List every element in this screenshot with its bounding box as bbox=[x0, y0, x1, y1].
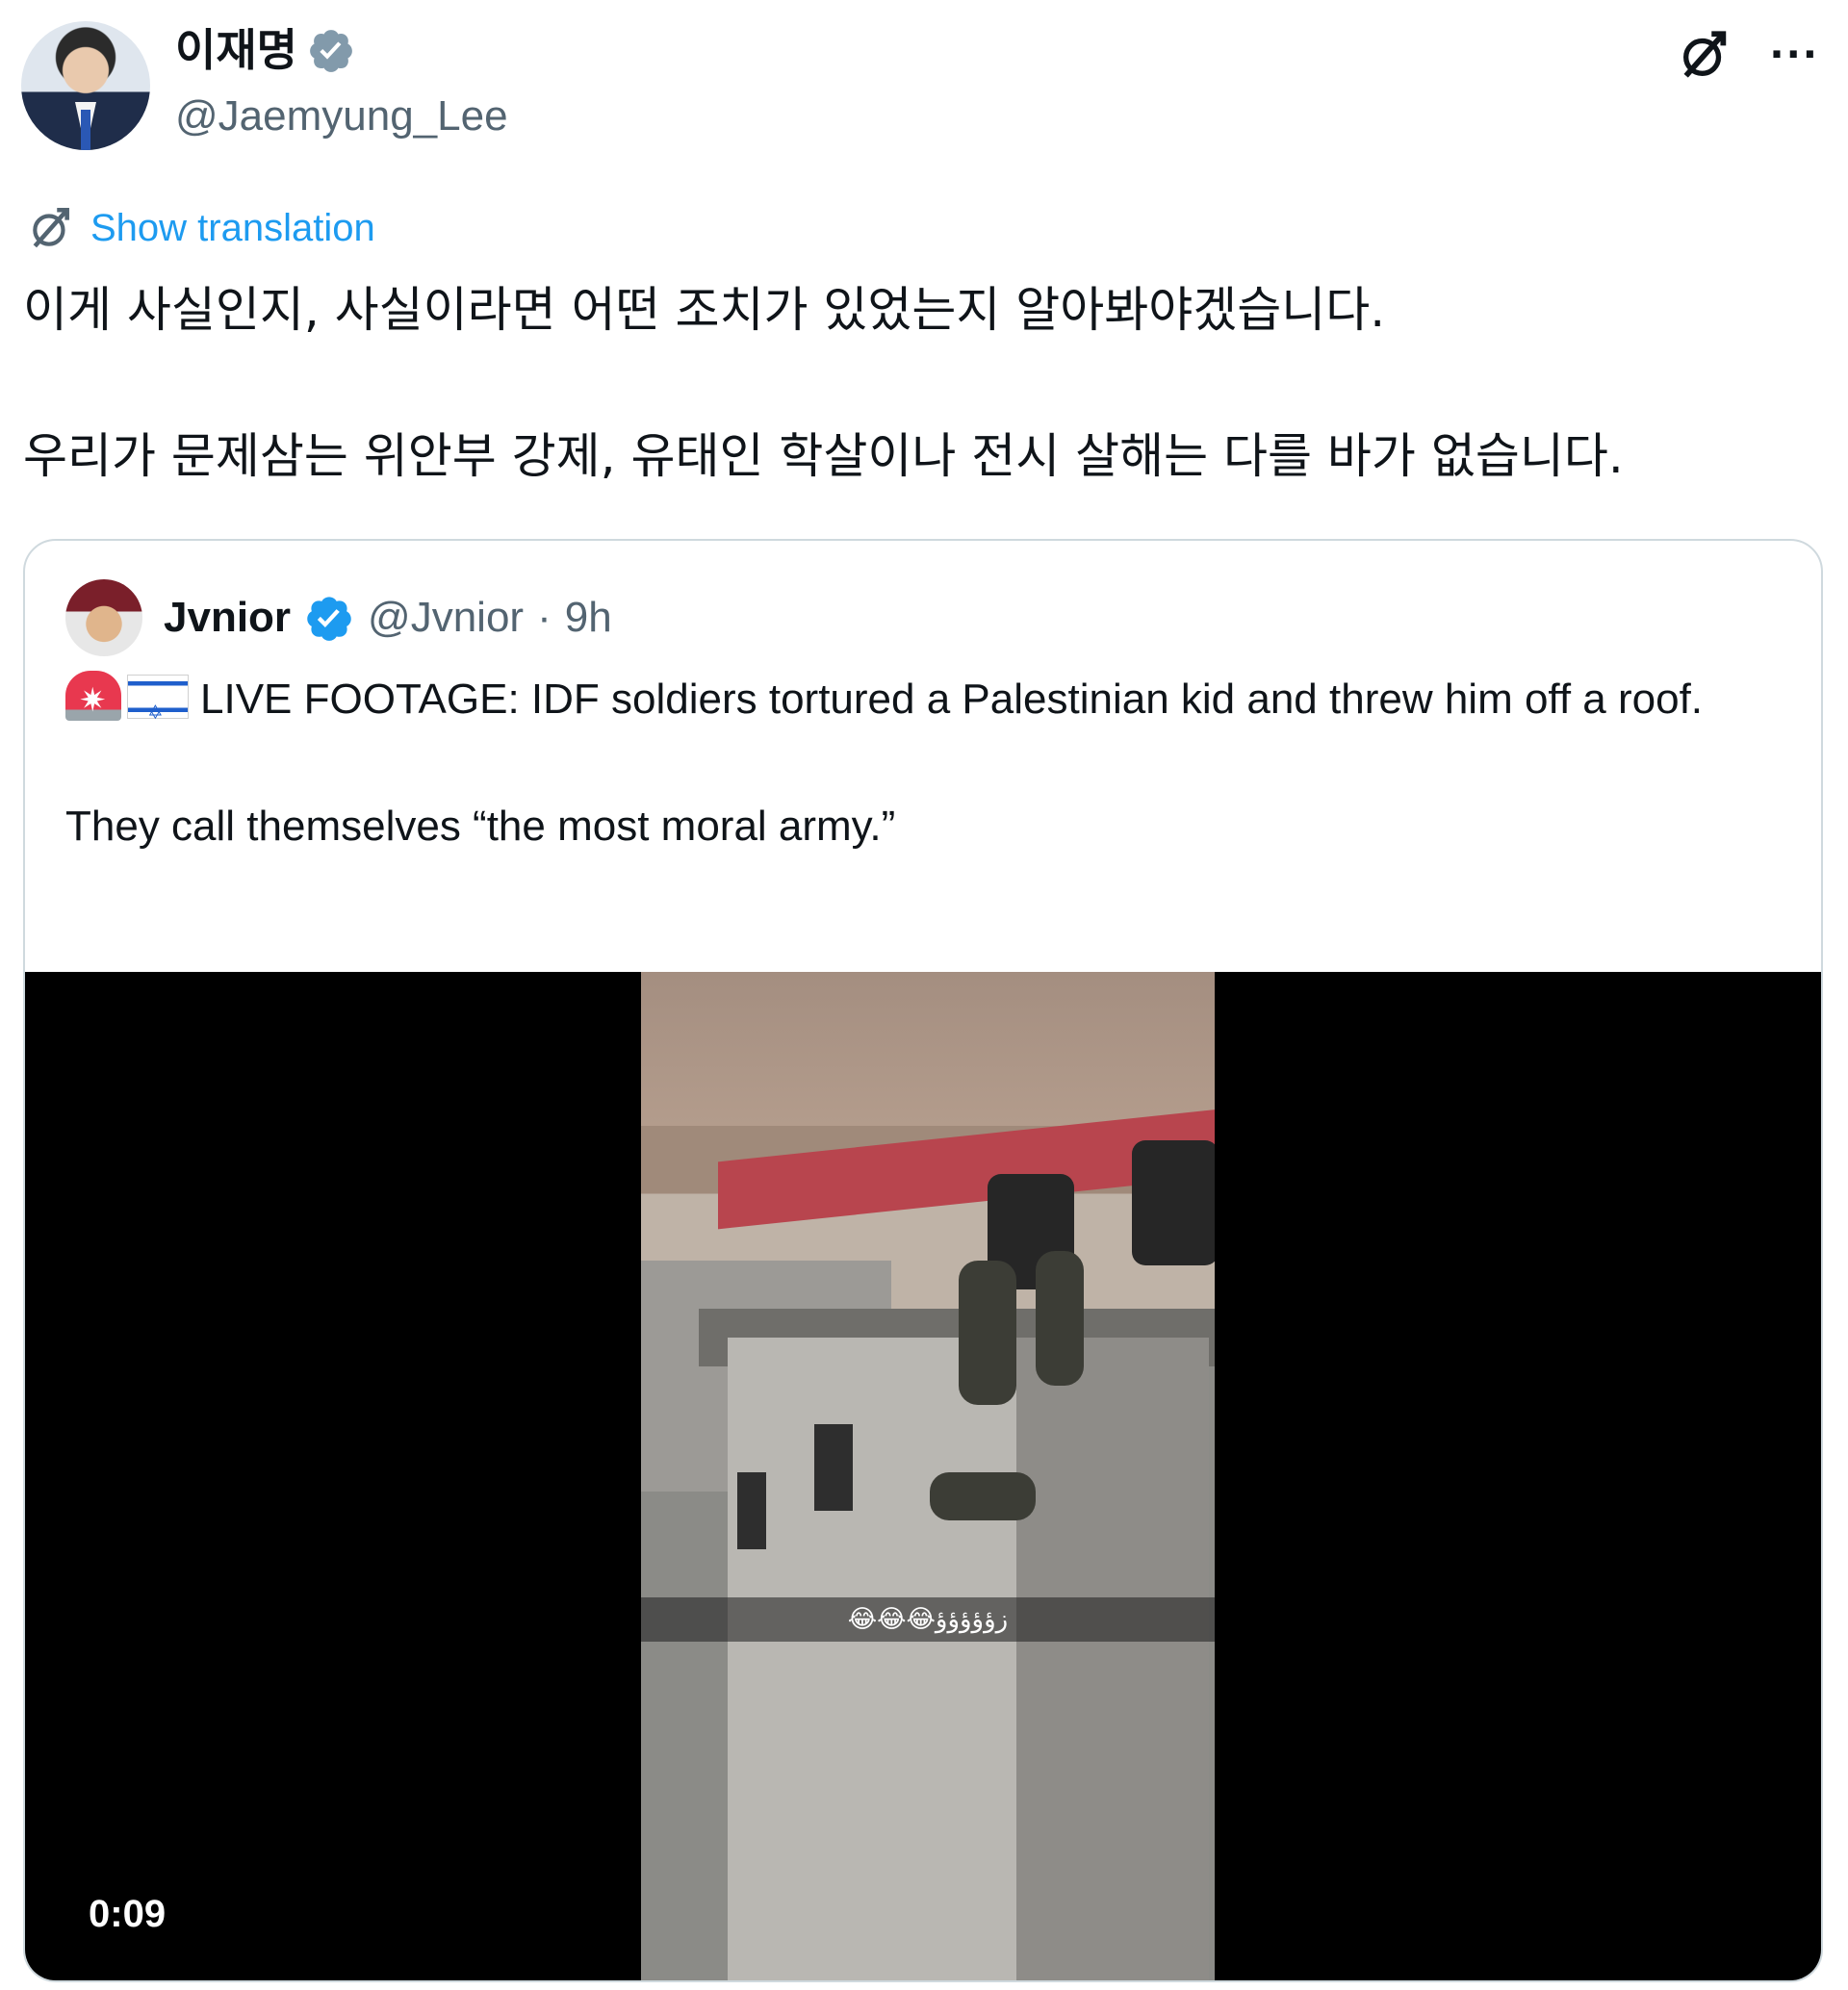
israel-flag-emoji-icon bbox=[127, 675, 189, 745]
quoted-author-avatar[interactable] bbox=[65, 579, 142, 656]
grok-translate-icon bbox=[33, 207, 69, 248]
quoted-text-line-1-content: LIVE FOOTAGE: IDF soldiers tortured a Pa… bbox=[200, 676, 1704, 723]
verified-badge-icon bbox=[307, 597, 351, 641]
video-scene-figure bbox=[930, 1472, 1036, 1520]
author-name-row[interactable]: 이재명 bbox=[175, 21, 355, 79]
tweet-actions: ··· bbox=[1677, 27, 1819, 83]
video-scene-figure bbox=[959, 1261, 1016, 1405]
verified-badge-icon bbox=[310, 30, 352, 72]
video-scene-figure bbox=[1036, 1251, 1084, 1386]
tweet-text-line-2: 우리가 문제삼는 위안부 강제, 유태인 학살이나 전시 살해는 다를 바가 없… bbox=[23, 428, 1624, 484]
quoted-author-handle[interactable]: @Jvnior bbox=[368, 589, 524, 647]
author-display-name[interactable]: 이재명 bbox=[175, 21, 297, 79]
show-translation-link[interactable]: Show translation bbox=[90, 207, 375, 250]
quoted-author-name[interactable]: Jvnior bbox=[164, 589, 291, 647]
quoted-tweet-header: Jvnior @Jvnior · 9h bbox=[65, 579, 612, 656]
quoted-tweet-text: LIVE FOOTAGE: IDF soldiers tortured a Pa… bbox=[65, 668, 1788, 858]
quoted-tweet-time[interactable]: 9h bbox=[565, 589, 612, 647]
video-player[interactable]: 😂😂😂زؤؤؤؤؤ 0:09 bbox=[25, 972, 1821, 1980]
separator-dot: · bbox=[537, 594, 552, 641]
tweet-text-line-1: 이게 사실인지, 사실이라면 어떤 조치가 있었는지 알아봐야겠습니다. bbox=[23, 282, 1386, 338]
avatar-tie bbox=[81, 110, 90, 150]
video-duration: 0:09 bbox=[89, 1893, 167, 1935]
author-handle[interactable]: @Jaemyung_Lee bbox=[175, 89, 508, 144]
video-caption: 😂😂😂زؤؤؤؤؤ bbox=[641, 1597, 1215, 1642]
tweet-text: 이게 사실인지, 사실이라면 어떤 조치가 있었는지 알아봐야겠습니다. 우리가… bbox=[23, 273, 1823, 493]
author-avatar[interactable] bbox=[21, 21, 150, 150]
quoted-tweet[interactable]: Jvnior @Jvnior · 9h LIVE FOOTAGE: IDF so… bbox=[23, 539, 1823, 1982]
quoted-text-line-1: LIVE FOOTAGE: IDF soldiers tortured a Pa… bbox=[65, 668, 1788, 745]
show-translation-row[interactable]: Show translation bbox=[27, 204, 375, 252]
video-scene-sky bbox=[641, 972, 1215, 1126]
video-scene-window bbox=[814, 1424, 853, 1511]
grok-icon[interactable] bbox=[1677, 27, 1732, 83]
tweet: 이재명 @Jaemyung_Lee ··· Show translation 이… bbox=[0, 0, 1848, 1990]
siren-emoji-icon bbox=[65, 669, 121, 732]
quoted-text-line-2: They call themselves “the most moral arm… bbox=[65, 803, 896, 850]
video-frame: 😂😂😂زؤؤؤؤؤ bbox=[641, 972, 1215, 1980]
video-scene-water-tank bbox=[1132, 1140, 1215, 1265]
video-scene-building bbox=[728, 1338, 1209, 1980]
more-options-icon[interactable]: ··· bbox=[1769, 27, 1819, 83]
video-scene-window bbox=[737, 1472, 766, 1549]
